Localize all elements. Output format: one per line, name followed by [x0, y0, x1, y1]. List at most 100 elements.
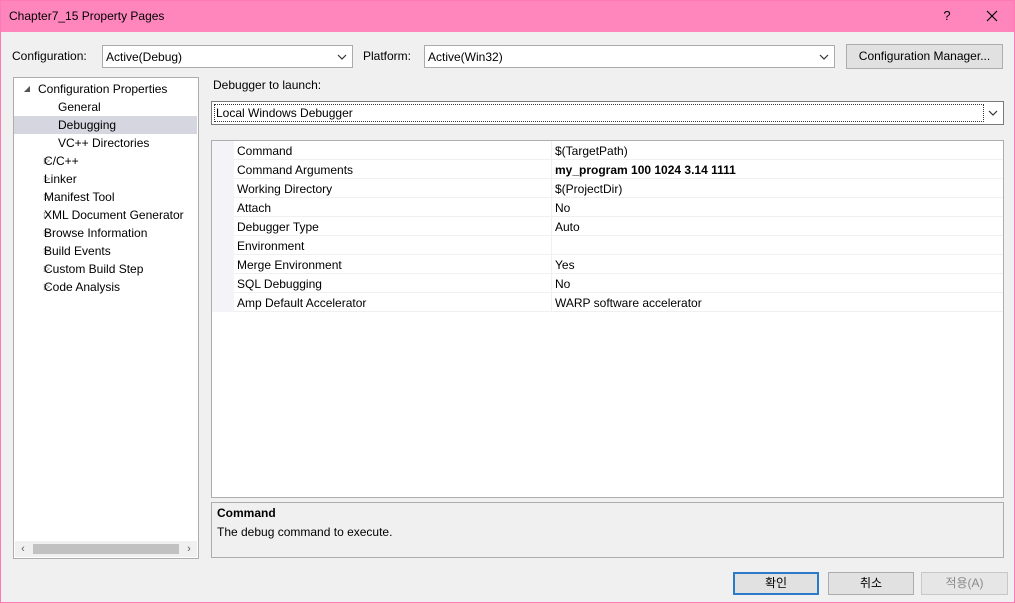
window-title: Chapter7_15 Property Pages: [9, 9, 165, 23]
tree-item[interactable]: ▷ Manifest Tool: [14, 188, 197, 206]
row-gutter: [212, 217, 234, 236]
property-name: Command: [237, 144, 293, 158]
property-row[interactable]: SQL Debugging No: [212, 274, 1003, 293]
scroll-left-icon[interactable]: ‹: [15, 541, 31, 557]
title-bar[interactable]: Chapter7_15 Property Pages ?: [1, 1, 1014, 32]
property-value[interactable]: No: [555, 277, 570, 291]
close-icon: [986, 10, 998, 22]
configuration-value: Active(Debug): [106, 50, 183, 64]
tree-item-label: C/C++: [44, 154, 79, 168]
tree-item[interactable]: General: [14, 98, 197, 116]
property-row[interactable]: Merge Environment Yes: [212, 255, 1003, 274]
debugger-launch-label: Debugger to launch:: [213, 78, 322, 92]
property-row[interactable]: Working Directory $(ProjectDir): [212, 179, 1003, 198]
property-row[interactable]: Command $(TargetPath): [212, 141, 1003, 160]
column-separator: [551, 160, 552, 179]
property-row[interactable]: Attach No: [212, 198, 1003, 217]
configuration-manager-button[interactable]: Configuration Manager...: [846, 44, 1003, 69]
row-gutter: [212, 141, 234, 160]
help-button[interactable]: ?: [936, 5, 958, 27]
apply-button[interactable]: 적용(A): [921, 572, 1008, 595]
platform-label: Platform:: [363, 49, 412, 63]
ok-button[interactable]: 확인: [733, 572, 819, 595]
column-separator: [551, 255, 552, 274]
cancel-button[interactable]: 취소: [828, 572, 914, 595]
property-value[interactable]: my_program 100 1024 3.14 1111: [555, 163, 736, 177]
row-gutter: [212, 160, 234, 179]
column-separator: [551, 198, 552, 217]
property-name: Amp Default Accelerator: [237, 296, 367, 310]
chevron-down-icon: [819, 54, 829, 60]
property-row[interactable]: Command Arguments my_program 100 1024 3.1…: [212, 160, 1003, 179]
row-gutter: [212, 293, 234, 312]
tree-item-label: VC++ Directories: [58, 136, 150, 150]
tree-item[interactable]: ▷ Custom Build Step: [14, 260, 197, 278]
tree-item-label: Custom Build Step: [44, 262, 144, 276]
property-name: Environment: [237, 239, 305, 253]
tree-item-label: Configuration Properties: [38, 82, 168, 96]
tree-item[interactable]: ▷ C/C++: [14, 152, 197, 170]
debugger-launch-select[interactable]: Local Windows Debugger: [211, 101, 1004, 125]
property-row[interactable]: Amp Default Accelerator WARP software acc…: [212, 293, 1003, 312]
description-pane: Command The debug command to execute.: [211, 502, 1004, 558]
scroll-right-icon[interactable]: ›: [181, 541, 197, 557]
column-separator: [551, 293, 552, 312]
property-name: Attach: [237, 201, 272, 215]
tree-item-label: Build Events: [44, 244, 111, 258]
description-title: Command: [217, 506, 276, 520]
tree-item[interactable]: Debugging: [14, 116, 197, 134]
property-pages-window: Chapter7_15 Property Pages ? Configurati…: [0, 0, 1015, 603]
tree-item[interactable]: ▷ Linker: [14, 170, 197, 188]
row-gutter: [212, 198, 234, 217]
platform-select[interactable]: Active(Win32): [424, 45, 835, 68]
category-tree[interactable]: ◢ Configuration Properties General Debuggin…: [13, 77, 199, 559]
property-name: SQL Debugging: [237, 277, 322, 291]
tree-item-label: XML Document Generator: [44, 208, 184, 222]
tree-item[interactable]: ▷ Code Analysis: [14, 278, 197, 296]
tree-item[interactable]: ▷ XML Document Generator: [14, 206, 197, 224]
column-separator: [551, 236, 552, 255]
column-separator: [551, 274, 552, 293]
close-button[interactable]: [981, 5, 1003, 27]
property-name: Command Arguments: [237, 163, 354, 177]
property-grid[interactable]: Command $(TargetPath) Command Arguments my_…: [211, 140, 1004, 498]
debugger-launch-value: Local Windows Debugger: [216, 106, 353, 120]
configuration-label: Configuration:: [12, 49, 87, 63]
property-row[interactable]: Environment: [212, 236, 1003, 255]
property-name: Working Directory: [237, 182, 333, 196]
chevron-down-icon: [988, 110, 998, 116]
property-name: Merge Environment: [237, 258, 342, 272]
tree-item-label: Debugging: [58, 118, 117, 132]
row-gutter: [212, 236, 234, 255]
row-gutter: [212, 179, 234, 198]
scrollbar-thumb[interactable]: [33, 544, 179, 554]
configuration-select[interactable]: Active(Debug): [102, 45, 353, 68]
tree-item[interactable]: ▷ Build Events: [14, 242, 197, 260]
collapse-icon[interactable]: ◢: [22, 80, 32, 98]
tree-item-label: Manifest Tool: [44, 190, 115, 204]
row-gutter: [212, 255, 234, 274]
tree-item-label: Code Analysis: [44, 280, 121, 294]
column-separator: [551, 141, 552, 160]
property-value[interactable]: Yes: [555, 258, 575, 272]
tree-item-label: General: [58, 100, 101, 114]
tree-horizontal-scrollbar[interactable]: ‹ ›: [15, 541, 197, 557]
tree-item-label: Browse Information: [44, 226, 148, 240]
tree-item[interactable]: ▷ Browse Information: [14, 224, 197, 242]
property-value[interactable]: No: [555, 201, 570, 215]
property-value[interactable]: WARP software accelerator: [555, 296, 702, 310]
row-gutter: [212, 274, 234, 293]
property-value[interactable]: $(TargetPath): [555, 144, 628, 158]
column-separator: [551, 179, 552, 198]
tree-item-label: Linker: [44, 172, 77, 186]
property-value[interactable]: Auto: [555, 220, 580, 234]
description-text: The debug command to execute.: [217, 525, 393, 539]
tree-item[interactable]: ◢ Configuration Properties: [14, 80, 197, 98]
column-separator: [551, 217, 552, 236]
platform-value: Active(Win32): [428, 50, 503, 64]
property-name: Debugger Type: [237, 220, 319, 234]
property-row[interactable]: Debugger Type Auto: [212, 217, 1003, 236]
tree-item[interactable]: VC++ Directories: [14, 134, 197, 152]
chevron-down-icon: [337, 54, 347, 60]
property-value[interactable]: $(ProjectDir): [555, 182, 622, 196]
